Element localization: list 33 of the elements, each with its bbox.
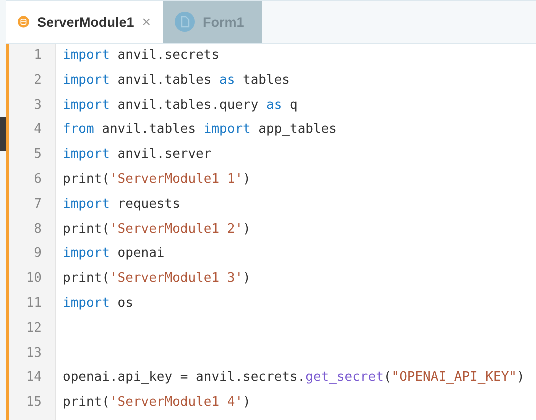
code-line: print('ServerModule1 1') [63,172,252,189]
code-line: import os [63,296,134,313]
line-number: 12 [25,320,43,338]
line-number: 15 [25,395,43,412]
side-panel-edge [0,117,6,151]
code-line: print('ServerModule1 2') [63,222,252,239]
line-number: 11 [25,296,43,313]
code-line: import anvil.tables.query as q [63,98,299,115]
close-icon[interactable]: × [142,14,151,30]
code-line: import anvil.secrets [63,48,221,65]
editor-tab[interactable]: ServerModule1 × [6,1,163,43]
code-line: import requests [63,196,182,214]
code-line: print('ServerModule1 3') [63,271,252,288]
code-line: openai.api_key = anvil.secrets.get_secret("OPENAI_API_KEY") [63,370,526,388]
line-number: 14 [25,370,43,388]
line-number: 13 [25,346,43,363]
code-line: import anvil.tables as tables [63,72,291,90]
code-line: import anvil.server [63,147,213,164]
line-number: 3 [33,98,43,115]
line-number: 9 [33,246,43,264]
line-number: 7 [33,196,43,214]
line-number: 10 [25,271,43,288]
line-number: 2 [33,72,43,90]
line-number: 4 [33,122,43,140]
editor-tab[interactable]: Form1 [163,1,262,43]
code-line: import openai [63,246,166,264]
code-line: print('ServerModule1 4') [63,395,252,412]
line-number: 8 [33,222,43,239]
line-number: 6 [33,172,43,189]
code-line: from anvil.tables import app_tables [63,122,338,140]
form-icon [175,12,195,32]
line-number: 5 [33,147,43,164]
line-number: 1 [33,48,43,65]
